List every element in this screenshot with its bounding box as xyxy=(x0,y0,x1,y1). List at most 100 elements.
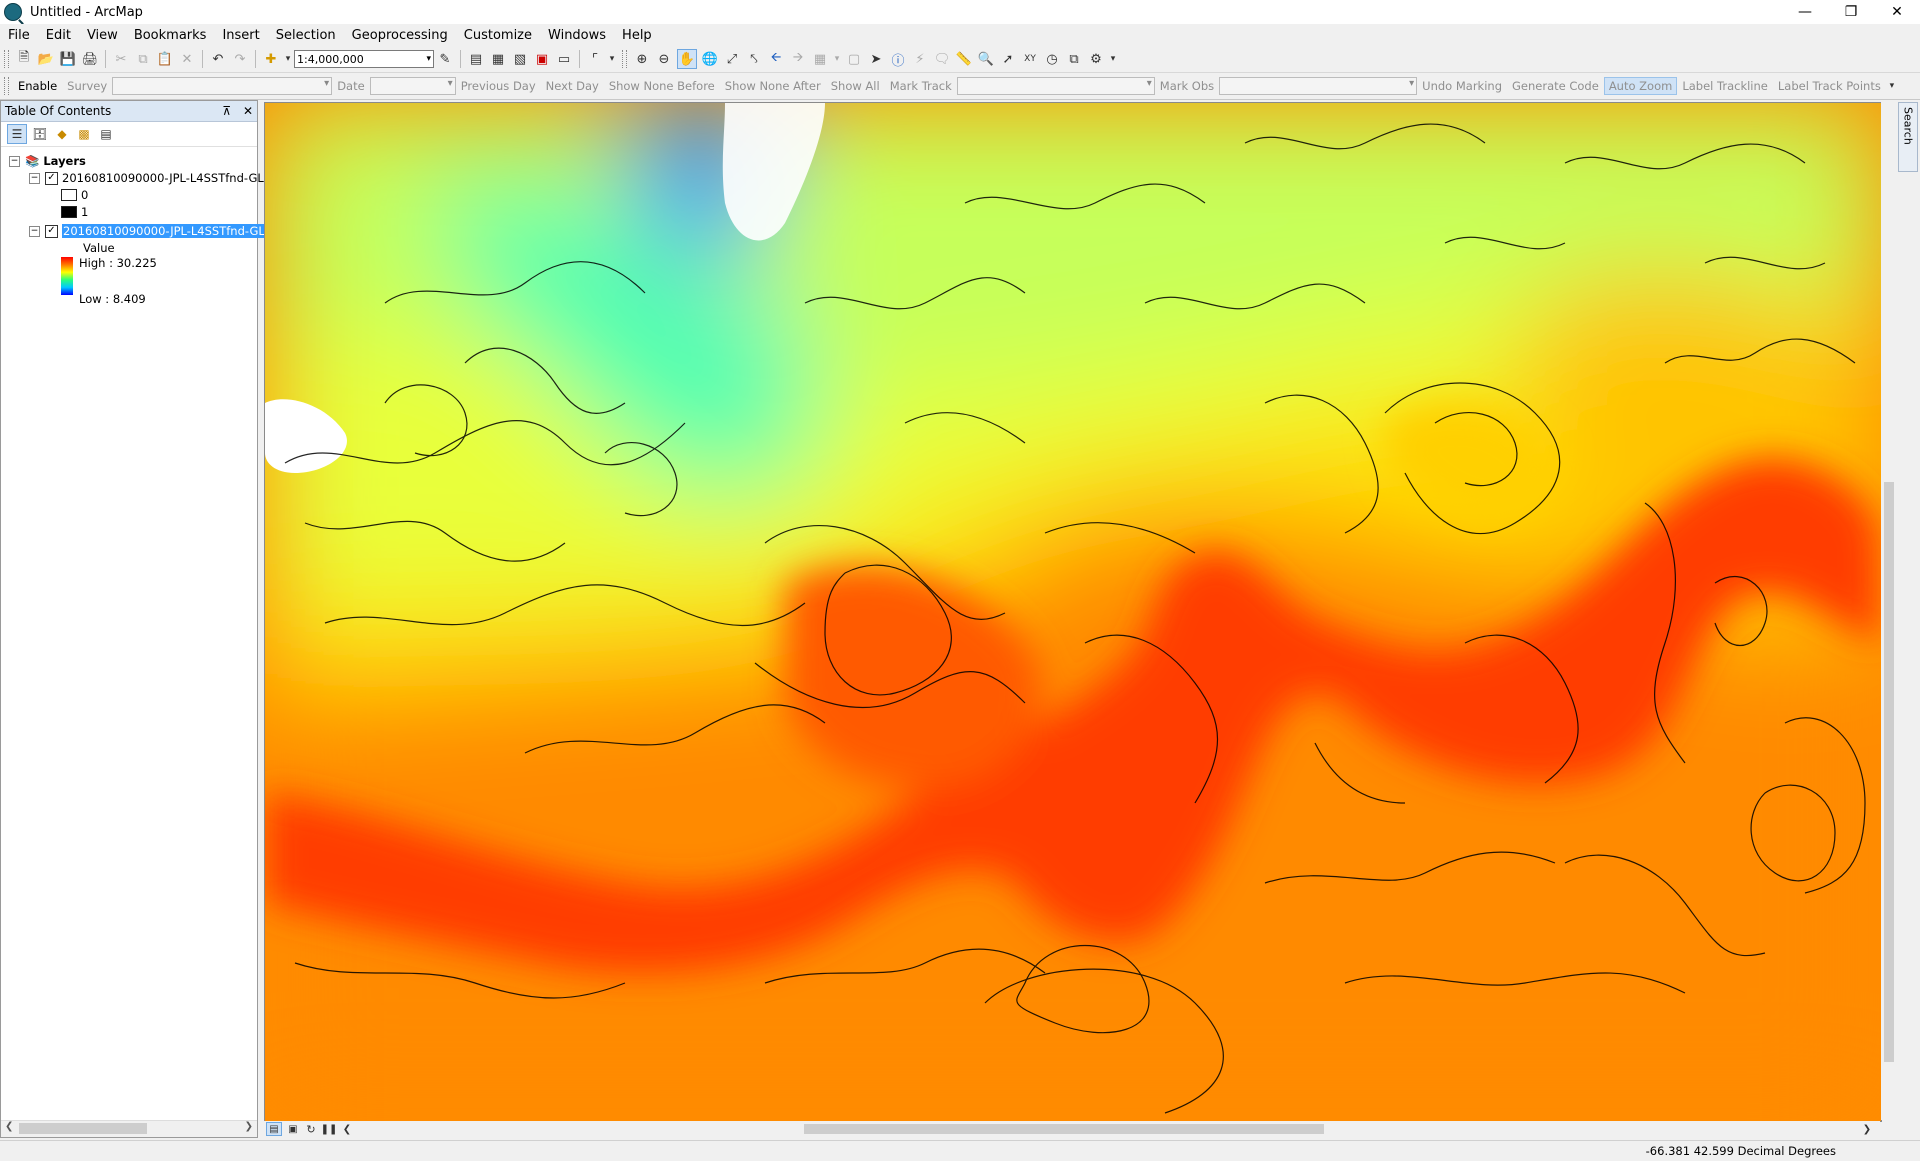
python-window-icon[interactable]: ▭ xyxy=(555,50,573,68)
pause-drawing-icon[interactable]: ❚❚ xyxy=(321,1123,338,1135)
select-features-icon[interactable]: ▦ xyxy=(811,50,829,68)
menu-selection[interactable]: Selection xyxy=(268,28,344,43)
cut-icon[interactable]: ✂ xyxy=(112,50,130,68)
label-track-points-button[interactable]: Label Track Points xyxy=(1773,79,1886,93)
editor-toolbar-icon[interactable]: ✎ xyxy=(436,50,454,68)
table-of-contents-icon[interactable]: ▤ xyxy=(467,50,485,68)
new-document-icon[interactable]: 🗎 xyxy=(15,50,33,68)
chevron-down-icon[interactable]: ▾ xyxy=(833,50,841,68)
menu-bookmarks[interactable]: Bookmarks xyxy=(126,28,215,43)
full-extent-globe-icon[interactable]: 🌐 xyxy=(701,50,719,68)
paste-icon[interactable]: 📋 xyxy=(156,50,174,68)
chevron-down-icon[interactable]: ▾ xyxy=(284,50,292,68)
menu-windows[interactable]: Windows xyxy=(540,28,614,43)
menu-insert[interactable]: Insert xyxy=(214,28,267,43)
add-data-icon[interactable]: ✚ xyxy=(262,50,280,68)
scroll-left-icon[interactable]: ❮ xyxy=(340,1123,354,1135)
layer-1-visibility-checkbox[interactable]: ✓ xyxy=(45,171,58,185)
scroll-right-icon[interactable]: ❯ xyxy=(1860,1123,1874,1135)
catalog-window-icon[interactable]: ▦ xyxy=(489,50,507,68)
save-icon[interactable]: 💾 xyxy=(59,50,77,68)
measure-ruler-icon[interactable]: 📏 xyxy=(955,50,973,68)
arctoolbox-icon[interactable]: ▣ xyxy=(533,50,551,68)
layout-view-icon[interactable]: ▣ xyxy=(286,1123,300,1135)
menu-geoprocessing[interactable]: Geoprocessing xyxy=(344,28,456,43)
menu-file[interactable]: File xyxy=(0,28,38,43)
redo-icon[interactable]: ↷ xyxy=(231,50,249,68)
create-viewer-window-icon[interactable]: ⧉ xyxy=(1065,50,1083,68)
chevron-down-icon[interactable]: ▾ xyxy=(1888,77,1896,95)
data-view-icon[interactable]: ▤ xyxy=(266,1122,282,1136)
back-arrow-icon[interactable]: 🡨 xyxy=(767,50,785,68)
minimize-button[interactable]: — xyxy=(1782,0,1828,24)
enable-button[interactable]: Enable xyxy=(13,79,62,93)
next-day-button[interactable]: Next Day xyxy=(541,79,604,93)
mark-track-button[interactable]: Mark Track xyxy=(885,79,957,93)
list-by-visibility-icon[interactable]: ◆ xyxy=(53,125,71,143)
show-none-after-button[interactable]: Show None After xyxy=(720,79,826,93)
mark-obs-dropdown[interactable] xyxy=(1219,77,1418,95)
collapse-icon[interactable]: − xyxy=(29,172,40,184)
toolbar-grip[interactable] xyxy=(622,50,627,68)
open-folder-icon[interactable]: 📂 xyxy=(37,50,55,68)
layer-2-row[interactable]: − ✓ 20160810090000-JPL-L4SSTfnd-GLOB xyxy=(29,223,283,239)
generate-code-button[interactable]: Generate Code xyxy=(1507,79,1604,93)
toc-horizontal-scrollbar[interactable]: ❮ ❯ xyxy=(1,1120,257,1137)
pin-icon[interactable]: ⊼ xyxy=(222,104,231,118)
list-by-selection-icon[interactable]: ▩ xyxy=(75,125,93,143)
html-popup-icon[interactable]: 🗨 xyxy=(933,50,951,68)
zoom-in-icon[interactable]: ⊕ xyxy=(633,50,651,68)
copy-icon[interactable]: ⧉ xyxy=(134,50,152,68)
toolbar-grip[interactable] xyxy=(4,77,9,95)
date-dropdown[interactable] xyxy=(369,77,456,95)
show-all-button[interactable]: Show All xyxy=(826,79,885,93)
tools-options-icon[interactable]: ⚙ xyxy=(1087,50,1105,68)
find-route-icon[interactable]: ➚ xyxy=(999,50,1017,68)
layers-root-row[interactable]: − 📚 Layers xyxy=(9,153,86,169)
model-builder-icon[interactable]: ⌜ xyxy=(586,50,604,68)
select-elements-cursor-icon[interactable]: ➤ xyxy=(867,50,885,68)
map-horizontal-scroll-thumb[interactable] xyxy=(804,1124,1324,1134)
map-display[interactable] xyxy=(264,102,1882,1122)
sst-raster-map[interactable] xyxy=(265,103,1881,1121)
scroll-right-icon[interactable]: ❯ xyxy=(245,1121,253,1132)
close-button[interactable]: ✕ xyxy=(1874,0,1920,24)
identify-info-icon[interactable]: ⓘ xyxy=(889,50,907,69)
menu-edit[interactable]: Edit xyxy=(38,28,79,43)
layer-1-row[interactable]: − ✓ 20160810090000-JPL-L4SSTfnd-GLOB xyxy=(29,170,280,186)
mark-track-dropdown[interactable] xyxy=(956,77,1155,95)
list-by-drawing-order-icon[interactable]: ☰ xyxy=(7,124,27,144)
label-trackline-button[interactable]: Label Trackline xyxy=(1677,79,1773,93)
layer-2-visibility-checkbox[interactable]: ✓ xyxy=(45,224,58,238)
undo-marking-button[interactable]: Undo Marking xyxy=(1417,79,1507,93)
menu-view[interactable]: View xyxy=(79,28,126,43)
list-by-source-icon[interactable]: 🗄 xyxy=(31,125,49,143)
fixed-zoom-in-icon[interactable]: ⤢ xyxy=(723,50,741,68)
toolbar-grip[interactable] xyxy=(4,50,9,68)
scroll-left-icon[interactable]: ❮ xyxy=(5,1121,13,1132)
pan-hand-icon[interactable]: ✋ xyxy=(677,49,697,69)
chevron-down-icon[interactable]: ▾ xyxy=(1109,50,1117,68)
forward-arrow-icon[interactable]: 🡪 xyxy=(789,50,807,68)
toc-options-icon[interactable]: ▤ xyxy=(97,125,115,143)
menu-customize[interactable]: Customize xyxy=(456,28,540,43)
search-window-icon[interactable]: ▧ xyxy=(511,50,529,68)
map-vertical-scrollbar[interactable] xyxy=(1881,102,1897,1120)
auto-zoom-toggle[interactable]: Auto Zoom xyxy=(1603,77,1678,95)
undo-icon[interactable]: ↶ xyxy=(209,50,227,68)
close-icon[interactable]: ✕ xyxy=(243,104,253,118)
map-vertical-scroll-thumb[interactable] xyxy=(1884,482,1894,1062)
show-none-before-button[interactable]: Show None Before xyxy=(604,79,720,93)
layer-1-name[interactable]: 20160810090000-JPL-L4SSTfnd-GLOB xyxy=(62,171,280,185)
print-icon[interactable]: 🖨 xyxy=(81,50,99,68)
menu-help[interactable]: Help xyxy=(614,28,660,43)
refresh-icon[interactable]: ↻ xyxy=(304,1123,318,1136)
chevron-down-icon[interactable]: ▾ xyxy=(608,50,616,68)
clear-selection-icon[interactable]: ▢ xyxy=(845,50,863,68)
previous-day-button[interactable]: Previous Day xyxy=(456,79,541,93)
collapse-icon[interactable]: − xyxy=(29,225,40,237)
time-slider-icon[interactable]: ◷ xyxy=(1043,50,1061,68)
survey-dropdown[interactable] xyxy=(112,77,333,95)
collapse-icon[interactable]: − xyxy=(9,155,20,167)
toc-scroll-thumb[interactable] xyxy=(19,1123,147,1134)
